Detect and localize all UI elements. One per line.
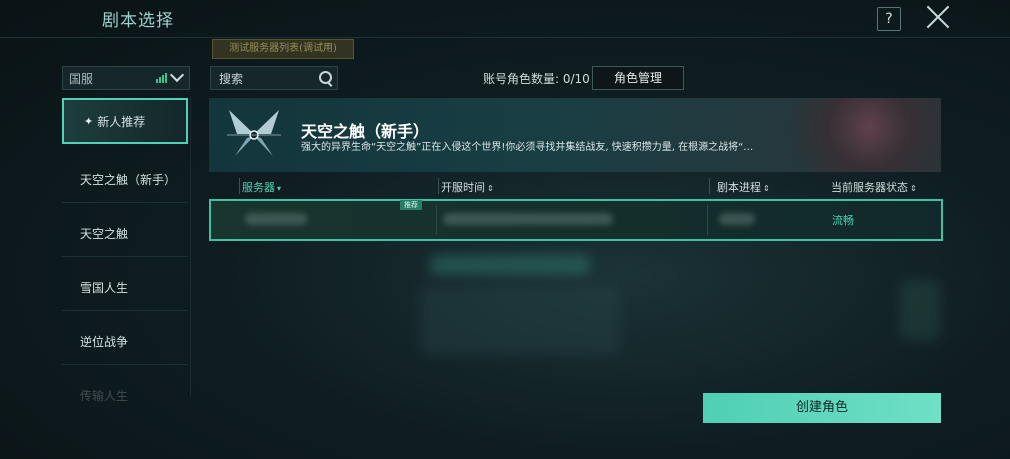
progress-blurred (719, 213, 755, 225)
butterfly-icon: ✦ (84, 114, 94, 128)
page-title: 剧本选择 (102, 11, 174, 31)
column-divider (239, 178, 240, 194)
column-header-server[interactable]: 服务器 ▾ (242, 179, 281, 195)
column-header-open-time[interactable]: 开服时间 ⇕ (441, 179, 494, 195)
create-character-button[interactable]: 创建角色 (703, 393, 941, 423)
search-icon[interactable] (319, 71, 332, 84)
server-name-blurred (245, 213, 307, 225)
sidebar-item-label: 传输人生 (80, 388, 129, 403)
sidebar-divider (190, 96, 191, 396)
background-art (430, 255, 590, 275)
sidebar-item-label: 雪国人生 (80, 281, 129, 295)
background-art (420, 285, 620, 355)
column-header-status[interactable]: 当前服务器状态 ⇕ (831, 179, 917, 195)
sidebar-item-label: 天空之触（新手） (80, 173, 177, 187)
sidebar-item-snow-life[interactable]: 雪国人生 (62, 265, 188, 311)
column-header-progress[interactable]: 剧本进程 ⇕ (717, 179, 770, 195)
sidebar-item-label: 天空之触 (80, 227, 129, 241)
column-divider (436, 205, 437, 235)
sidebar-item-newbie[interactable]: ✦ 新人推荐 (62, 98, 188, 144)
server-status: 流畅 (832, 214, 854, 227)
scenario-description: 强大的异界生命“天空之触”正在入侵这个世界!你必须寻找并集结战友, 快速积攒力量… (301, 142, 754, 153)
sort-icon: ⇕ (487, 184, 494, 193)
sidebar-item-label: 逆位战争 (80, 335, 129, 349)
sidebar-item-sky-touch[interactable]: 天空之触 (62, 211, 188, 257)
sidebar-item-faded[interactable]: 传输人生 (62, 372, 188, 418)
search-input[interactable]: 搜索 (210, 66, 338, 90)
account-role-count: 账号角色数量: 0/10 (483, 72, 590, 86)
sidebar-item-sky-touch-newbie[interactable]: 天空之触（新手） (62, 157, 188, 203)
server-table-header: 服务器 ▾ 开服时间 ⇕ 剧本进程 ⇕ 当前服务器状态 ⇕ (209, 176, 941, 196)
sort-icon: ⇕ (910, 184, 917, 193)
chevron-down-icon (169, 67, 185, 83)
region-label: 国服 (69, 72, 94, 86)
signal-icon (156, 73, 168, 83)
role-manage-button[interactable]: 角色管理 (592, 66, 684, 90)
background-art (900, 280, 940, 340)
close-icon[interactable] (925, 4, 951, 30)
butterfly-emblem-icon (227, 110, 281, 156)
test-server-list-badge[interactable]: 测试服务器列表(调试用) (212, 39, 354, 59)
sidebar-item-reverse-war[interactable]: 逆位战争 (62, 319, 188, 365)
sidebar-item-label: 新人推荐 (97, 114, 146, 129)
recommended-badge: 推荐 (400, 200, 422, 210)
column-divider (709, 178, 710, 194)
sort-icon: ⇕ (763, 184, 770, 193)
banner-artwork (761, 98, 941, 172)
region-selector[interactable]: 国服 (62, 66, 190, 90)
search-placeholder: 搜索 (219, 72, 244, 86)
open-time-blurred (443, 213, 613, 225)
sort-down-icon: ▾ (277, 184, 282, 193)
help-button[interactable]: ? (877, 7, 901, 31)
header-divider (0, 37, 1010, 38)
column-divider (707, 205, 708, 235)
column-divider (438, 178, 439, 194)
